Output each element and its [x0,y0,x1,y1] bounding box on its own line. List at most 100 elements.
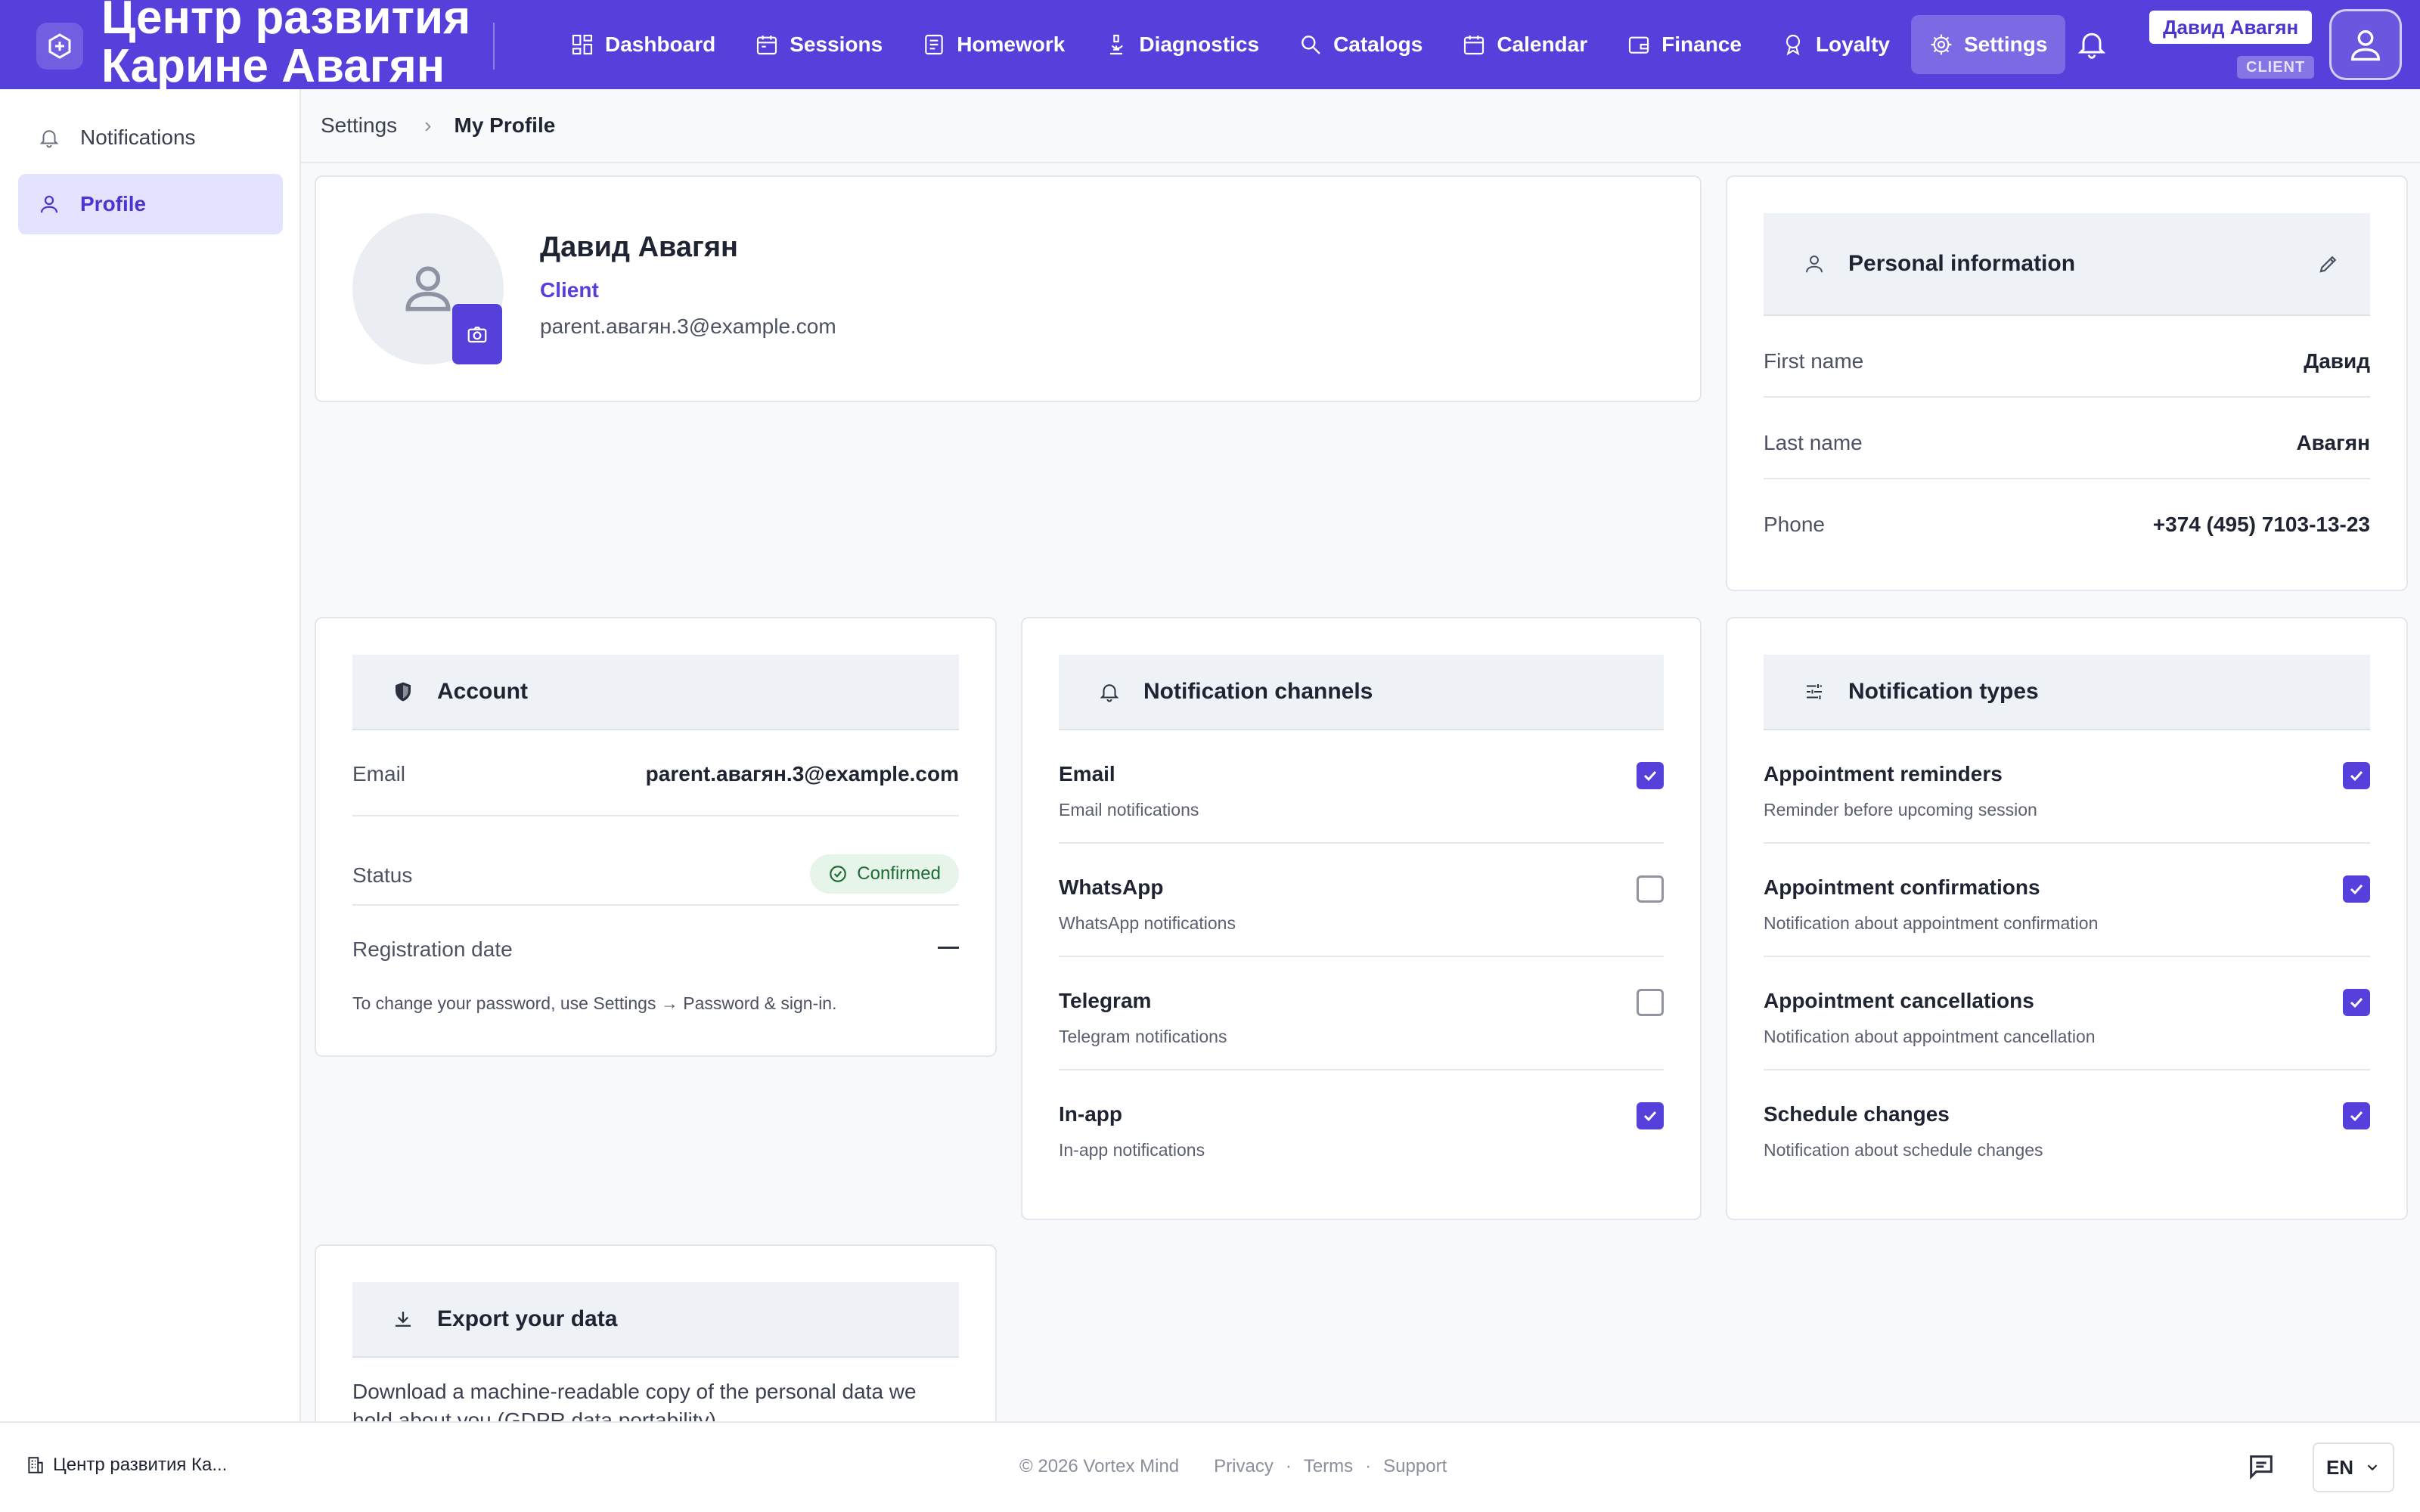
nav-settings[interactable]: Settings [1910,15,2066,74]
option-checkbox[interactable] [2343,1102,2370,1129]
nav-label: Homework [957,33,1066,56]
microscope-icon [1110,34,1124,55]
option-title: Appointment cancellations [1764,989,2034,1012]
option-subtitle: Email notifications [1059,800,1199,820]
option-checkbox[interactable] [1637,875,1664,903]
option-checkbox[interactable] [2343,875,2370,903]
footer-link-terms[interactable]: Terms [1304,1456,1353,1477]
footer-org-name: Центр развития Ка... [53,1455,228,1475]
settings-sidebar: Notifications Profile [0,89,301,1421]
channel-option-row[interactable]: WhatsApp WhatsApp notifications [1059,844,1664,957]
type-option-row[interactable]: Schedule changes Notification about sched… [1764,1070,2370,1184]
type-option-row[interactable]: Appointment cancellations Notification ab… [1764,957,2370,1070]
card-title: Export your data [437,1306,618,1331]
app-logo[interactable] [36,23,83,70]
type-option-row[interactable]: Appointment reminders Reminder before upc… [1764,730,2370,844]
footer: Центр развития Ка... © 2026 Vortex Mind … [0,1421,2420,1512]
chat-button[interactable] [2246,1452,2276,1482]
footer-link-privacy[interactable]: Privacy [1214,1456,1274,1477]
card-header: Notification types [1764,655,2370,730]
password-note: To change your password, use Settings → … [352,993,837,1013]
option-title: Appointment reminders [1764,762,2003,785]
account-row-status: Status Confirmed [352,816,959,906]
row-value: parent.авагян.3@example.com [645,762,959,785]
chat-icon [2250,1455,2273,1479]
card-title: Notification channels [1143,679,1373,704]
nav-calendar[interactable]: Calendar [1444,15,1606,74]
card-header: Account [352,655,959,730]
checkmark-icon [2350,770,2363,782]
user-avatar-button[interactable] [2329,9,2402,80]
bell-icon [1100,684,1119,702]
language-value: EN [2325,1455,2354,1479]
top-bar: Центр развития Карине Авагян Dashboard S… [0,0,2420,91]
user-icon [405,266,451,311]
nav-catalogs[interactable]: Catalogs [1280,15,1441,74]
option-checkbox[interactable] [2343,762,2370,789]
option-checkbox[interactable] [2343,989,2370,1016]
checkmark-icon [2350,997,2363,1009]
copyright: © 2026 Vortex Mind [1019,1456,1180,1476]
info-row-phone: Phone +374 (495) 7103-13-23 [1764,479,2370,561]
notifications-bell-button[interactable] [2075,27,2108,60]
checkmark-icon [2350,884,2363,895]
dashboard-icon [572,34,593,55]
option-checkbox[interactable] [1637,989,1664,1016]
nav-divider [493,23,495,70]
option-title: Email [1059,762,1115,785]
option-checkbox[interactable] [1637,762,1664,789]
nav-homework[interactable]: Homework [904,15,1083,74]
nav-dashboard[interactable]: Dashboard [552,15,734,74]
document-icon [925,34,943,55]
nav-label: Finance [1661,33,1742,56]
card-header: Notification channels [1059,655,1664,730]
card-title: Account [437,679,528,704]
wallet-icon [1629,36,1649,54]
user-name-chip[interactable]: Давид Авагян [2149,11,2313,44]
user-icon [40,195,58,213]
channel-option-row[interactable]: Telegram Telegram notifications [1059,957,1664,1070]
nav-loyalty[interactable]: Loyalty [1763,15,1908,74]
sidebar-item-notifications[interactable]: Notifications [18,107,283,168]
option-title: In-app [1059,1102,1122,1126]
pencil-icon[interactable] [2317,253,2340,275]
channel-option-row[interactable]: In-app In-app notifications [1059,1070,1664,1184]
chevron-down-icon [2367,1464,2378,1471]
option-title: Appointment confirmations [1764,875,2040,899]
account-row-email: Email parent.авагян.3@example.com [352,730,959,816]
channel-option-row[interactable]: Email Email notifications [1059,730,1664,844]
option-title: Schedule changes [1764,1102,1950,1126]
card-title: Notification types [1848,679,2039,704]
row-label: Last name [1764,431,1863,454]
footer-org[interactable]: Центр развития Ка... [26,1455,227,1476]
footer-links: © 2026 Vortex Mind Privacy · Terms · Sup… [1019,1456,1447,1477]
award-icon [1786,34,1801,56]
type-option-row[interactable]: Appointment confirmations Notification ab… [1764,844,2370,957]
row-label: Registration date [352,937,513,961]
card-header: Personal information [1764,213,2370,316]
notification-types-card: Notification types Appointment reminders… [1726,617,2408,1220]
personal-information-card: Personal information First name Давид La… [1726,175,2408,591]
option-title: WhatsApp [1059,875,1164,899]
calendar-icon [1464,36,1485,55]
option-subtitle: In-app notifications [1059,1140,1205,1160]
sidebar-item-profile[interactable]: Profile [18,174,283,234]
check-circle-icon [830,866,847,882]
breadcrumb: Settings › My Profile [301,89,2420,163]
nav-diagnostics[interactable]: Diagnostics [1086,15,1277,74]
option-checkbox[interactable] [1637,1102,1664,1129]
breadcrumb-settings-link[interactable]: Settings [321,113,397,138]
language-select[interactable]: EN [2313,1442,2394,1492]
row-label: Email [352,762,406,785]
chevron-right-icon: › [424,113,432,137]
upload-photo-button[interactable] [452,304,502,364]
row-value: Давид [2304,349,2370,373]
breadcrumb-current: My Profile [454,113,556,137]
nav-sessions[interactable]: Sessions [737,15,901,74]
nav-finance[interactable]: Finance [1609,15,1760,74]
bell-icon [39,130,59,148]
nav-label: Dashboard [605,33,716,56]
row-value: — [938,934,959,958]
calendar-icon [757,36,777,55]
footer-link-support[interactable]: Support [1383,1456,1447,1477]
